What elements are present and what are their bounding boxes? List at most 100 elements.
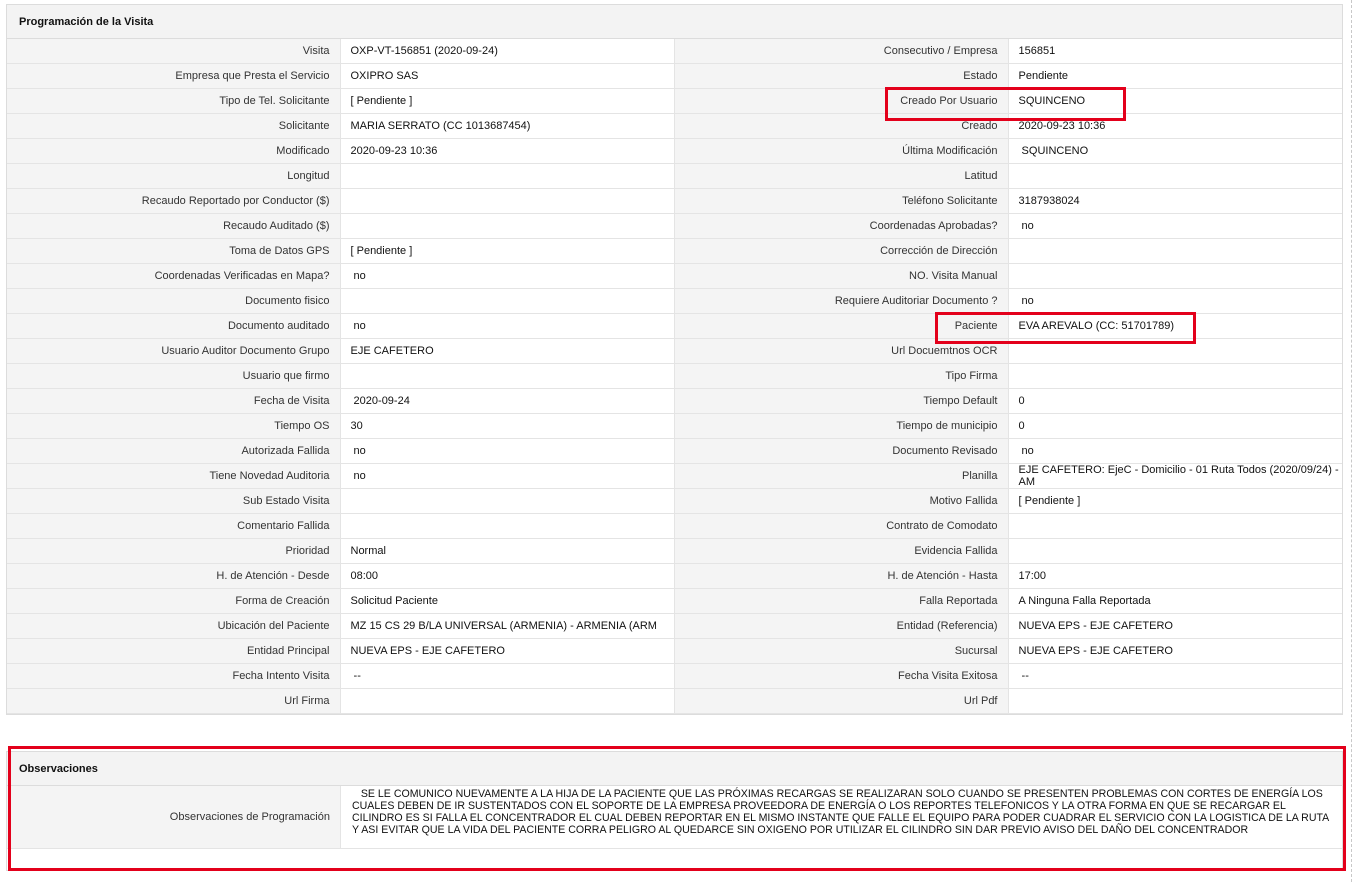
table-row: Prioridad Normal Evidencia Fallida	[7, 538, 1342, 564]
field-value: --	[340, 663, 675, 689]
field-value: A Ninguna Falla Reportada	[1008, 588, 1342, 614]
field-value: NUEVA EPS - EJE CAFETERO	[1008, 613, 1342, 639]
field-label-text: Usuario que firmo	[242, 370, 330, 382]
field-label-text: Empresa que Presta el Servicio	[175, 70, 330, 82]
field-value-text: 0	[1018, 420, 1025, 432]
field-label-text: H. de Atención - Desde	[216, 570, 330, 582]
field-label-text: Tiene Novedad Auditoria	[209, 470, 330, 482]
field-value: 17:00	[1008, 563, 1342, 589]
table-row: Modificado 2020-09-23 10:36 Última Modific…	[7, 138, 1342, 164]
field-label: Tiempo de municipio	[674, 413, 1009, 439]
field-value: no	[340, 463, 675, 489]
field-label-text: Evidencia Fallida	[914, 545, 998, 557]
page-scroll-guide	[1351, 0, 1352, 882]
field-value	[1008, 513, 1342, 539]
table-row: Documento fisico Requiere Auditoriar Docu…	[7, 288, 1342, 314]
field-label: Entidad (Referencia)	[674, 613, 1009, 639]
table-row: Recaudo Reportado por Conductor ($) Teléf…	[7, 188, 1342, 214]
field-value-text: 2020-09-23 10:36	[350, 145, 438, 157]
field-label: Falla Reportada	[674, 588, 1009, 614]
field-label: Tiempo Default	[674, 388, 1009, 414]
field-label: Consecutivo / Empresa	[674, 39, 1009, 64]
table-row: Tiene Novedad Auditoria no Planilla EJE CA…	[7, 463, 1342, 489]
field-label-text: Recaudo Reportado por Conductor ($)	[141, 195, 330, 207]
field-value-text: no	[1018, 220, 1034, 232]
field-label: Teléfono Solicitante	[674, 188, 1009, 214]
field-label-text: Latitud	[964, 170, 998, 182]
field-value-text: 3187938024	[1018, 195, 1080, 207]
field-value: 2020-09-23 10:36	[340, 138, 675, 164]
field-value	[340, 488, 675, 514]
field-label-text: Documento fisico	[245, 295, 330, 307]
table-row: Usuario que firmo Tipo Firma	[7, 363, 1342, 389]
field-label: Contrato de Comodato	[674, 513, 1009, 539]
field-label-text: Consecutivo / Empresa	[883, 45, 998, 57]
field-value	[1008, 238, 1342, 264]
field-label: Tipo Firma	[674, 363, 1009, 389]
field-label-text: Contrato de Comodato	[886, 520, 998, 532]
field-label: Empresa que Presta el Servicio	[7, 63, 341, 89]
field-value	[340, 163, 675, 189]
field-label: Ubicación del Paciente	[7, 613, 341, 639]
field-value	[340, 688, 675, 714]
field-label-text: Usuario Auditor Documento Grupo	[161, 345, 330, 357]
field-value: no	[1008, 438, 1342, 464]
field-label-text: Corrección de Dirección	[880, 245, 998, 257]
field-label-text: Modificado	[276, 145, 330, 157]
field-value-text: NUEVA EPS - EJE CAFETERO	[350, 645, 505, 657]
table-row: Tipo de Tel. Solicitante[ Pendiente ] Cre…	[7, 88, 1342, 114]
programacion-table: Visita OXP-VT-156851 (2020-09-24) Consecut…	[7, 39, 1342, 714]
field-label: Recaudo Auditado ($)	[7, 213, 341, 239]
field-label-text: Ubicación del Paciente	[217, 620, 330, 632]
field-value: 0	[1008, 388, 1342, 414]
programacion-panel: Programación de la Visita Visita OXP-VT-1…	[6, 4, 1343, 715]
field-label: Tiene Novedad Auditoria	[7, 463, 341, 489]
field-label: Tiempo OS	[7, 413, 341, 439]
field-label: Coordenadas Aprobadas?	[674, 213, 1009, 239]
table-row: Entidad Principal NUEVA EPS - EJE CAFETER…	[7, 638, 1342, 664]
field-label-text: Sucursal	[954, 645, 998, 657]
field-label-text: H. de Atención - Hasta	[887, 570, 998, 582]
field-value-text: [ Pendiente ]	[350, 245, 413, 257]
field-label: Latitud	[674, 163, 1009, 189]
field-label-text: Sub Estado Visita	[242, 495, 330, 507]
field-value-text: no	[350, 470, 366, 482]
field-value-text: 2020-09-24	[350, 395, 410, 407]
field-label: Estado	[674, 63, 1009, 89]
field-label-text: Tiempo Default	[923, 395, 998, 407]
field-label-text: Documento auditado	[227, 320, 330, 332]
field-label-text: Creado	[961, 120, 998, 132]
field-value	[340, 288, 675, 314]
field-label-text: Autorizada Fallida	[241, 445, 330, 457]
highlight-paciente	[935, 312, 1196, 344]
field-value-text: SQUINCENO	[1018, 145, 1089, 157]
table-row: Visita OXP-VT-156851 (2020-09-24) Consecut…	[7, 39, 1342, 64]
field-label: Recaudo Reportado por Conductor ($)	[7, 188, 341, 214]
field-value: no	[340, 438, 675, 464]
field-value: [ Pendiente ]	[1008, 488, 1342, 514]
table-row: Url Firma Url Pdf	[7, 688, 1342, 714]
field-value-text: EJE CAFETERO: EjeC - Domicilio - 01 Ruta…	[1018, 464, 1339, 488]
field-value: 30	[340, 413, 675, 439]
field-value-text: 30	[350, 420, 363, 432]
field-value-text: EJE CAFETERO	[350, 345, 434, 357]
field-label-text: Prioridad	[285, 545, 330, 557]
field-label-text: Tiempo OS	[274, 420, 330, 432]
field-label: Url Firma	[7, 688, 341, 714]
field-value-text: 156851	[1018, 45, 1056, 57]
field-value	[1008, 363, 1342, 389]
field-label: Forma de Creación	[7, 588, 341, 614]
table-row: Fecha de Visita 2020-09-24 Tiempo Default…	[7, 388, 1342, 414]
field-label-text: Estado	[963, 70, 998, 82]
field-label-text: Tipo de Tel. Solicitante	[219, 95, 330, 107]
field-value	[1008, 538, 1342, 564]
field-value-text: 0	[1018, 395, 1025, 407]
field-value: 3187938024	[1008, 188, 1342, 214]
field-value: OXIPRO SAS	[340, 63, 675, 89]
field-value-text: --	[350, 670, 361, 682]
programacion-title: Programación de la Visita	[7, 5, 1342, 39]
table-row: Coordenadas Verificadas en Mapa? no NO. V…	[7, 263, 1342, 289]
field-label-text: Última Modificación	[902, 145, 998, 157]
field-value: 08:00	[340, 563, 675, 589]
field-value: EJE CAFETERO: EjeC - Domicilio - 01 Ruta…	[1008, 463, 1342, 489]
